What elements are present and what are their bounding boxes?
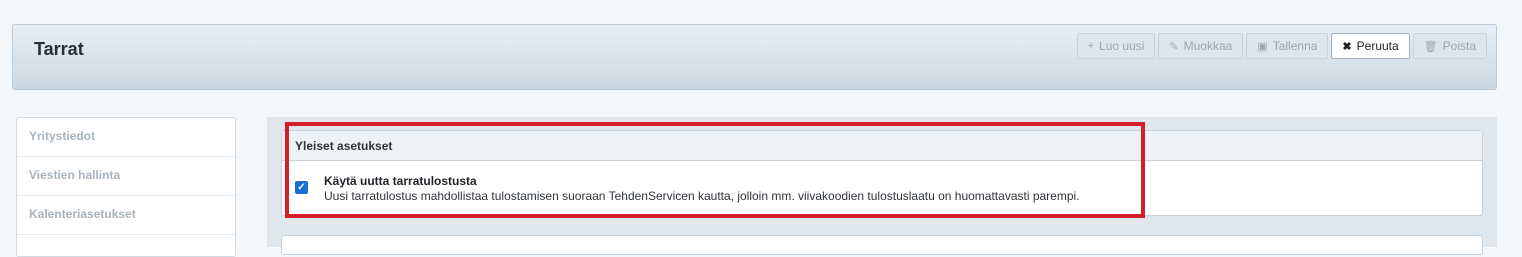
next-settings-panel bbox=[281, 235, 1483, 255]
page-title: Tarrat bbox=[34, 39, 84, 59]
delete-label: Poista bbox=[1442, 39, 1476, 53]
save-label: Tallenna bbox=[1272, 39, 1318, 53]
create-new-button[interactable]: + Luo uusi bbox=[1076, 33, 1156, 59]
cancel-label: Peruuta bbox=[1356, 39, 1399, 53]
pencil-icon: ✎ bbox=[1169, 40, 1179, 53]
sidebar-item-calendar-settings[interactable]: Kalenteriasetukset bbox=[17, 196, 235, 235]
create-new-label: Luo uusi bbox=[1099, 39, 1145, 53]
highlight-box bbox=[285, 122, 1145, 218]
cancel-button[interactable]: ✖ Peruuta bbox=[1331, 33, 1410, 59]
sidebar-item-message-management[interactable]: Viestien hallinta bbox=[17, 157, 235, 196]
plus-icon: + bbox=[1087, 40, 1095, 52]
edit-button[interactable]: ✎ Muokkaa bbox=[1158, 33, 1244, 59]
edit-label: Muokkaa bbox=[1183, 39, 1233, 53]
close-icon: ✖ bbox=[1342, 40, 1352, 53]
toolbar: + Luo uusi ✎ Muokkaa ▣ Tallenna ✖ Peruut… bbox=[1076, 33, 1487, 59]
delete-button[interactable]: 🗑 Poista bbox=[1412, 33, 1487, 59]
page-header: Tarrat + Luo uusi ✎ Muokkaa ▣ Tallenna ✖… bbox=[12, 24, 1497, 90]
sidebar-item-company-info[interactable]: Yritystiedot bbox=[17, 118, 235, 157]
save-button[interactable]: ▣ Tallenna bbox=[1246, 33, 1329, 59]
save-icon: ▣ bbox=[1257, 40, 1268, 53]
settings-sidebar: Yritystiedot Viestien hallinta Kalenteri… bbox=[16, 117, 236, 257]
trash-icon: 🗑 bbox=[1423, 40, 1438, 53]
